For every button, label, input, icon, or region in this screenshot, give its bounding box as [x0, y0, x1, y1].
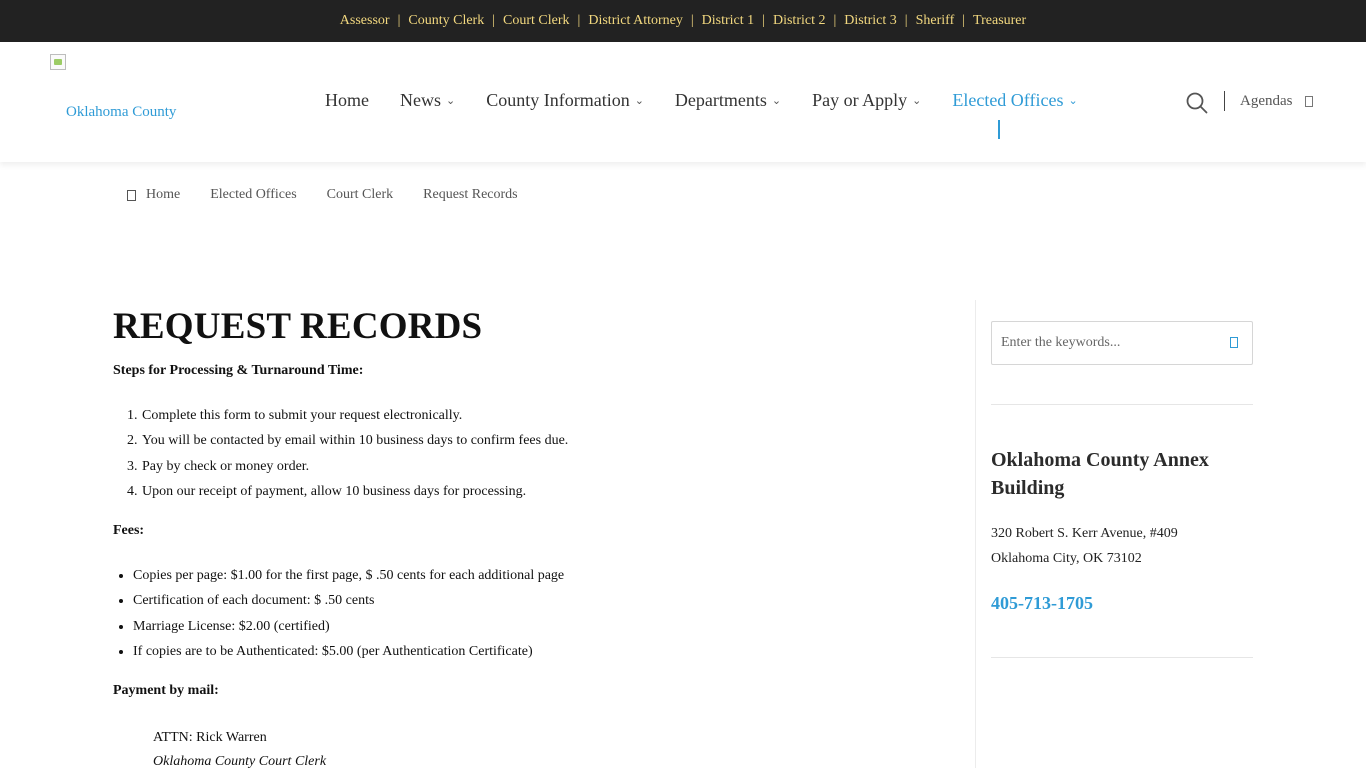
nav-item-label: News: [400, 90, 441, 110]
chevron-down-icon: ⌄: [771, 95, 782, 107]
site-logo-text[interactable]: Oklahoma County: [66, 104, 176, 121]
main-content: REQUEST RECORDS Steps for Processing & T…: [113, 305, 933, 769]
topbar-link-district-1[interactable]: District 1: [702, 13, 755, 29]
breadcrumb-home[interactable]: Home: [146, 187, 180, 203]
sidebar-search: [991, 321, 1253, 365]
nav-item-county-information[interactable]: County Information ⌄: [486, 90, 644, 111]
active-nav-indicator: [998, 120, 1000, 139]
nav-item-label: Departments: [674, 90, 767, 110]
nav-item-home[interactable]: Home: [325, 90, 369, 111]
agendas-link[interactable]: Agendas: [1240, 93, 1313, 110]
separator: |: [762, 13, 765, 28]
search-button[interactable]: [1186, 92, 1208, 114]
fees-list: Copies per page: $1.00 for the first pag…: [113, 566, 564, 667]
attn-line: ATTN: Rick Warren: [153, 730, 267, 745]
sidebar-divider: [975, 300, 976, 768]
nav-item-elected-offices[interactable]: Elected Offices ⌄: [952, 90, 1077, 111]
header-divider: [1224, 91, 1225, 111]
topbar-link-district-2[interactable]: District 2: [773, 13, 826, 29]
list-item: Marriage License: $2.00 (certified): [133, 617, 564, 642]
separator: |: [962, 13, 966, 28]
search-submit-icon[interactable]: [1230, 337, 1238, 348]
separator: |: [690, 13, 694, 28]
divider: [991, 657, 1253, 658]
topbar-link-county-clerk[interactable]: County Clerk: [408, 13, 484, 29]
topbar-link-district-attorney[interactable]: District Attorney: [588, 13, 683, 29]
office-line: Oklahoma County Court Clerk: [153, 754, 327, 769]
topbar-link-sheriff[interactable]: Sheriff: [916, 13, 955, 29]
list-item: Upon our receipt of payment, allow 10 bu…: [141, 482, 568, 507]
home-icon: [127, 189, 136, 201]
top-links-bar: Assessor | County Clerk | Court Clerk | …: [0, 0, 1366, 42]
list-item: Pay by check or money order.: [141, 457, 568, 482]
nav-item-label: County Information: [486, 90, 630, 110]
list-item: Certification of each document: $ .50 ce…: [133, 591, 564, 616]
breadcrumb-current: Request Records: [423, 187, 518, 202]
building-address: 320 Robert S. Kerr Avenue, #409 Oklahoma…: [991, 521, 1178, 571]
list-item: Copies per page: $1.00 for the first pag…: [133, 566, 564, 591]
steps-list: Complete this form to submit your reques…: [113, 406, 568, 507]
broken-image-icon[interactable]: [50, 54, 66, 70]
list-item: You will be contacted by email within 10…: [141, 431, 568, 456]
site-header: Oklahoma County Home News ⌄ County Infor…: [0, 42, 1366, 162]
search-icon: [1186, 92, 1208, 114]
separator: |: [492, 13, 496, 28]
nav-item-label: Home: [325, 90, 369, 110]
phone-link[interactable]: 405-713-1705: [991, 593, 1093, 614]
separator: |: [577, 13, 581, 28]
breadcrumb-court-clerk[interactable]: Court Clerk: [327, 187, 394, 203]
nav-item-news[interactable]: News ⌄: [400, 90, 455, 111]
building-title: Oklahoma County Annex Building: [991, 449, 1209, 499]
topbar-link-assessor[interactable]: Assessor: [340, 13, 390, 29]
nav-item-departments[interactable]: Departments ⌄: [675, 90, 781, 111]
address-line: 320 Robert S. Kerr Avenue, #409: [991, 526, 1178, 541]
topbar-link-court-clerk[interactable]: Court Clerk: [503, 13, 570, 29]
breadcrumb: Home Elected Offices Court Clerk Request…: [127, 187, 518, 203]
nav-item-label: Pay or Apply: [812, 90, 908, 110]
main-nav: Home News ⌄ County Information ⌄ Departm…: [325, 90, 1109, 111]
nav-item-pay-or-apply[interactable]: Pay or Apply ⌄: [812, 90, 921, 111]
payment-by-mail-heading: Payment by mail:: [113, 683, 219, 698]
chevron-down-icon: ⌄: [912, 95, 922, 107]
chevron-down-icon: ⌄: [446, 95, 456, 107]
topbar-link-district-3[interactable]: District 3: [844, 13, 897, 29]
search-input[interactable]: [1001, 333, 1216, 353]
list-item: If copies are to be Authenticated: $5.00…: [133, 642, 564, 667]
chevron-down-icon: ⌄: [634, 95, 644, 107]
separator: |: [397, 13, 401, 28]
list-item: Complete this form to submit your reques…: [141, 406, 568, 431]
address-line: Oklahoma City, OK 73102: [991, 551, 1142, 566]
breadcrumb-elected-offices[interactable]: Elected Offices: [210, 187, 296, 203]
chevron-down-icon: ⌄: [1068, 95, 1078, 107]
page-title: REQUEST RECORDS: [113, 306, 483, 347]
fees-heading: Fees:: [113, 523, 145, 538]
external-link-icon: [1304, 96, 1313, 107]
topbar-link-treasurer[interactable]: Treasurer: [973, 13, 1026, 29]
mailing-address: ATTN: Rick Warren Oklahoma County Court …: [153, 726, 326, 774]
separator: |: [833, 13, 837, 28]
steps-heading: Steps for Processing & Turnaround Time:: [113, 363, 364, 378]
separator: |: [904, 13, 908, 28]
divider: [991, 404, 1253, 405]
nav-item-label: Elected Offices: [952, 90, 1064, 110]
agendas-label: Agendas: [1240, 93, 1293, 109]
